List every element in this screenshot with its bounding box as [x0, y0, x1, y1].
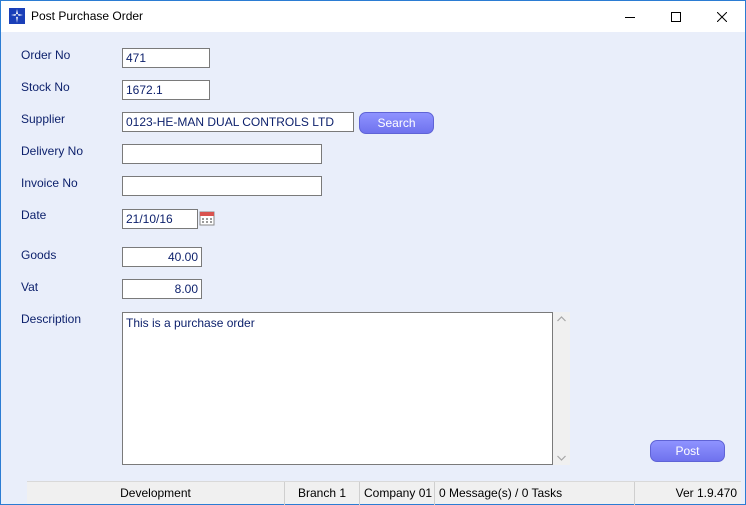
stock-no-input[interactable]: 1672.1	[122, 80, 210, 100]
title-bar[interactable]: Post Purchase Order	[1, 1, 745, 32]
status-bar: Development Branch 1 Company 01 0 Messag…	[27, 481, 741, 505]
scroll-up-icon[interactable]	[557, 316, 566, 322]
stock-no-label: Stock No	[21, 80, 70, 94]
minimize-button[interactable]	[607, 1, 653, 32]
supplier-input[interactable]: 0123-HE-MAN DUAL CONTROLS LTD	[122, 112, 354, 132]
post-purchase-order-window: Post Purchase Order Order No 471 Stock N…	[0, 0, 746, 505]
description-scrollbar[interactable]	[553, 312, 570, 465]
date-label: Date	[21, 208, 47, 222]
calendar-icon[interactable]	[199, 210, 215, 226]
close-button[interactable]	[699, 1, 745, 32]
scroll-down-icon[interactable]	[557, 455, 566, 461]
vat-input[interactable]: 8.00	[122, 279, 202, 299]
status-version: Ver 1.9.470	[675, 486, 737, 500]
status-branch: Branch 1	[285, 482, 360, 505]
close-icon	[717, 11, 727, 22]
order-no-label: Order No	[21, 48, 71, 62]
description-textarea[interactable]: This is a purchase order	[122, 312, 553, 465]
delivery-no-label: Delivery No	[21, 144, 84, 158]
window-title: Post Purchase Order	[31, 9, 144, 23]
post-button[interactable]: Post	[650, 440, 725, 462]
app-icon	[9, 8, 25, 24]
maximize-button[interactable]	[653, 1, 699, 32]
vat-label: Vat	[21, 280, 39, 294]
minimize-icon	[625, 16, 635, 18]
date-input[interactable]: 21/10/16	[122, 209, 198, 229]
form-area: Order No 471 Stock No 1672.1 Supplier 01…	[1, 32, 745, 480]
supplier-label: Supplier	[21, 112, 66, 126]
goods-input[interactable]: 40.00	[122, 247, 202, 267]
search-button[interactable]: Search	[359, 112, 434, 134]
status-company: Company 01	[360, 482, 435, 505]
delivery-no-input[interactable]	[122, 144, 322, 164]
description-label: Description	[21, 312, 82, 326]
order-no-input[interactable]: 471	[122, 48, 210, 68]
status-environment: Development	[27, 482, 285, 505]
status-messages: 0 Message(s) / 0 Tasks	[435, 482, 635, 505]
goods-label: Goods	[21, 248, 57, 262]
invoice-no-label: Invoice No	[21, 176, 78, 190]
invoice-no-input[interactable]	[122, 176, 322, 196]
maximize-icon	[671, 11, 681, 22]
